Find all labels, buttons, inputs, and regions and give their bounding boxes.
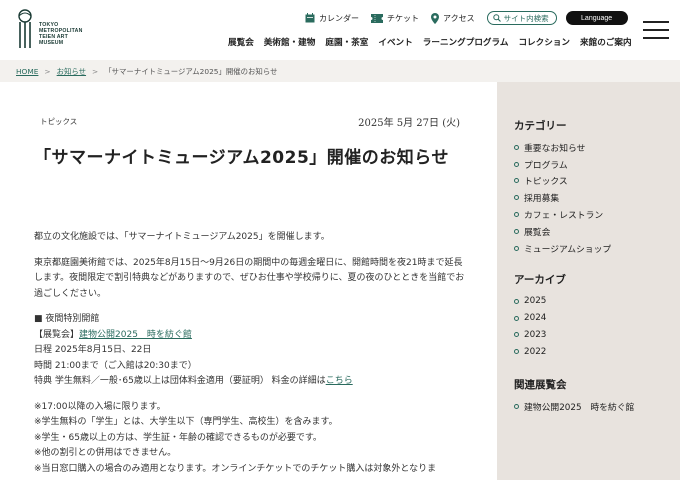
ticket-link[interactable]: チケット — [371, 13, 419, 24]
category-item[interactable]: プログラム — [514, 156, 611, 173]
category-item[interactable]: 採用募集 — [514, 189, 611, 206]
sidebar-related: 関連展覧会 建物公開2025 時を紡ぐ館 — [514, 377, 634, 415]
article-intro: 都立の文化施設では、「サマーナイトミュージアム2025」を開催します。 — [34, 232, 330, 242]
bullet-icon — [514, 195, 519, 201]
calendar-link[interactable]: カレンダー — [305, 13, 359, 24]
sidebar-archive-title: アーカイブ — [514, 274, 566, 286]
nav-events[interactable]: イベント — [378, 36, 412, 48]
breadcrumb-notices[interactable]: お知らせ — [57, 66, 86, 77]
sidebar: カテゴリー 重要なお知らせ プログラム トピックス 採用募集 カフェ・レストラン… — [497, 82, 680, 480]
nav-exhibitions[interactable]: 展覧会 — [228, 36, 254, 48]
breadcrumb-home[interactable]: HOME — [16, 67, 38, 76]
article-title: 「サマーナイトミュージアム2025」開催のお知らせ — [34, 148, 449, 168]
hours-line: 時間 21:00まで（ご入館は20:30まで） — [34, 360, 197, 371]
language-button[interactable]: Language — [565, 11, 628, 25]
nav-garden-teahouse[interactable]: 庭園・茶室 — [325, 36, 368, 48]
logo-text: TOKYO METROPOLITAN TEIEN ART MUSEUM — [39, 22, 83, 46]
bullet-icon — [514, 245, 519, 251]
fee-details-link[interactable]: こちら — [326, 376, 353, 386]
search-icon — [492, 14, 501, 22]
global-nav: 展覧会 美術館・建物 庭園・茶室 イベント ラーニングプログラム コレクション … — [228, 36, 642, 48]
museum-logo[interactable]: TOKYO METROPOLITAN TEIEN ART MUSEUM — [14, 8, 84, 52]
site-search-button[interactable]: サイト内検索 — [486, 11, 557, 25]
bullet-icon — [514, 332, 519, 338]
bullet-icon — [514, 178, 519, 184]
note-item: ※17:00以降の入場に限ります。 — [34, 401, 166, 412]
category-item[interactable]: カフェ・レストラン — [514, 206, 611, 223]
archive-item[interactable]: 2025 — [514, 293, 566, 310]
calendar-icon — [305, 13, 315, 23]
utility-nav: カレンダー チケット アクセス サイト内検索 Language — [305, 10, 628, 26]
nav-visit[interactable]: 来館のご案内 — [580, 36, 632, 48]
bullet-icon — [514, 161, 519, 167]
nav-collection[interactable]: コレクション — [518, 36, 570, 48]
category-item[interactable]: トピックス — [514, 173, 611, 190]
archive-item[interactable]: 2023 — [514, 327, 566, 344]
bullet-icon — [514, 403, 519, 409]
bullet-icon — [514, 315, 519, 321]
breadcrumb: HOME > お知らせ > 「サマーナイトミュージアム2025」開催のお知らせ — [0, 60, 680, 82]
note-item: ※他の割引との併用はできません。 — [34, 448, 177, 458]
bullet-icon — [514, 298, 519, 304]
map-pin-icon — [431, 12, 439, 24]
access-link[interactable]: アクセス — [431, 12, 475, 24]
sidebar-categories-title: カテゴリー — [514, 120, 567, 132]
benefit-line: 特典 学生無料／一般･65歳以上は団体料金適用（要証明） 料金の詳細はこちら — [34, 376, 353, 386]
nav-museum-building[interactable]: 美術館・建物 — [264, 36, 316, 48]
article-date: 2025年 5月 27日 (火) — [358, 118, 460, 129]
category-item[interactable]: 展覧会 — [514, 223, 611, 240]
article-body: 都立の文化施設では、「サマーナイトミュージアム2025」を開催します。 東京都庭… — [34, 230, 469, 477]
ticket-icon — [371, 13, 383, 23]
hamburger-menu-icon[interactable] — [643, 21, 669, 39]
article-paragraph: 東京都庭園美術館では、2025年8月15日～9月26日の期間中の毎週金曜日に、開… — [34, 257, 465, 299]
site-header: TOKYO METROPOLITAN TEIEN ART MUSEUM カレンダ… — [0, 0, 680, 60]
related-exhibition-item[interactable]: 建物公開2025 時を紡ぐ館 — [514, 398, 634, 415]
note-item: ※当日窓口購入の場合のみ適用となります。オンラインチケットでのチケット購入は対象… — [34, 463, 437, 474]
bullet-icon — [514, 349, 519, 355]
article: トピックス 2025年 5月 27日 (火) 「サマーナイトミュージアム2025… — [0, 82, 497, 480]
logo-mark-icon — [18, 9, 32, 48]
archive-item[interactable]: 2022 — [514, 343, 566, 360]
sidebar-related-title: 関連展覧会 — [514, 379, 567, 391]
section-heading: ■ 夜間特別開館 — [34, 314, 100, 324]
category-item[interactable]: ミュージアムショップ — [514, 240, 611, 257]
exhibition-link[interactable]: 建物公開2025 時を紡ぐ館 — [79, 330, 192, 340]
bullet-icon — [514, 144, 519, 150]
breadcrumb-separator: > — [92, 66, 99, 76]
sidebar-archive: アーカイブ 2025 2024 2023 2022 — [514, 272, 566, 360]
note-item: ※学生無料の「学生」とは、大学生以下（専門学生、高校生）を含みます。 — [34, 417, 338, 427]
schedule-line: 日程 2025年8月15日、22日 — [34, 345, 152, 355]
exhibition-line: 【展覧会】建物公開2025 時を紡ぐ館 — [34, 329, 192, 340]
nav-learning[interactable]: ラーニングプログラム — [423, 36, 509, 48]
bullet-icon — [514, 228, 519, 234]
breadcrumb-current: 「サマーナイトミュージアム2025」開催のお知らせ — [104, 66, 278, 76]
category-item[interactable]: 重要なお知らせ — [514, 139, 611, 156]
article-category: トピックス — [40, 117, 78, 126]
archive-item[interactable]: 2024 — [514, 310, 566, 327]
sidebar-categories: カテゴリー 重要なお知らせ プログラム トピックス 採用募集 カフェ・レストラン… — [514, 118, 611, 257]
note-item: ※学生・65歳以上の方は、学生証・年齢の確認できるものが必要です。 — [34, 432, 322, 443]
bullet-icon — [514, 212, 519, 218]
breadcrumb-separator: > — [44, 66, 51, 76]
